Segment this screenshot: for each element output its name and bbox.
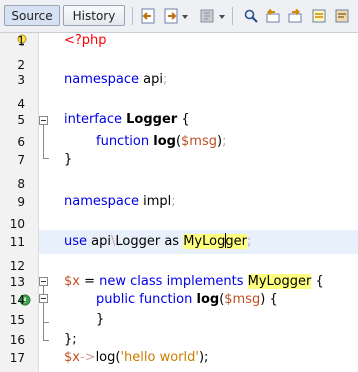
bookmark-icon[interactable] — [199, 8, 215, 24]
brace: } — [64, 152, 73, 167]
identifier: log( — [95, 350, 121, 365]
brace: } — [96, 312, 105, 327]
fold-guide — [43, 125, 44, 158]
paren: ) { — [260, 292, 278, 307]
line-number: 1 — [17, 34, 25, 48]
find-icon[interactable] — [243, 8, 259, 24]
code-line-7[interactable]: 7 } — [0, 148, 358, 172]
keyword: function — [135, 292, 197, 307]
variable: $x — [64, 350, 80, 365]
code-line-5[interactable]: 5 interface Logger { — [0, 108, 358, 132]
code-text: } — [64, 148, 72, 172]
code-text: use api\Logger as MyLogger; — [64, 230, 251, 254]
operator: = — [79, 274, 100, 289]
keyword: implements — [166, 274, 244, 289]
code-text: namespace impl; — [64, 190, 176, 214]
operator: -> — [79, 350, 96, 365]
comment-icon[interactable] — [334, 8, 350, 24]
code-line-11[interactable]: 11 use api\Logger as MyLogger; — [0, 230, 358, 254]
tab-source[interactable]: Source — [4, 5, 60, 26]
keyword: interface — [64, 112, 122, 127]
find-next-icon[interactable] — [287, 8, 303, 24]
fold-toggle[interactable] — [39, 116, 48, 125]
line-number: 17 — [9, 351, 25, 365]
fold-guide — [43, 340, 49, 341]
fold-guide — [43, 303, 44, 322]
keyword: namespace — [64, 72, 140, 87]
code-line-17[interactable]: 17 $x->log('hello world'); — [0, 346, 358, 370]
toolbar-separator — [132, 7, 133, 25]
keyword: namespace — [64, 194, 140, 209]
keyword: new — [99, 274, 127, 289]
identifier: api — [139, 72, 163, 87]
variable: $msg — [181, 134, 217, 149]
semicolon: ; — [162, 72, 168, 87]
semicolon: ; — [171, 194, 176, 209]
chevron-down-icon[interactable] — [182, 15, 188, 19]
fold-guide — [43, 158, 49, 159]
code-text: $x->log('hello world'); — [64, 346, 208, 370]
code-text: <?php — [64, 29, 107, 53]
identifier: MyLog — [183, 234, 226, 249]
identifier: Logger — [115, 234, 161, 249]
code-line-9[interactable]: 9 namespace impl; — [0, 190, 358, 214]
semicolon: ; — [246, 234, 252, 249]
forward-icon[interactable] — [163, 8, 179, 24]
identifier: log — [153, 134, 176, 149]
fold-guide — [43, 322, 44, 340]
line-number: 3 — [17, 73, 25, 87]
code-text: namespace api; — [64, 68, 167, 92]
alias-highlight: MyLogger — [247, 274, 312, 289]
code-line-1[interactable]: 1 <?php — [0, 29, 358, 53]
identifier: Logger — [126, 112, 178, 127]
fold-toggle[interactable] — [39, 294, 48, 303]
line-number: 7 — [17, 153, 25, 167]
alias-highlight: MyLogger — [183, 233, 247, 249]
paren: ); — [198, 350, 209, 365]
identifier: impl — [139, 194, 172, 209]
back-icon[interactable] — [140, 8, 156, 24]
chevron-down-icon[interactable] — [219, 15, 225, 19]
php-open-tag: <?php — [64, 33, 107, 48]
brace: }; — [64, 332, 77, 347]
brace: { — [177, 112, 190, 127]
keyword: function — [96, 134, 150, 149]
identifier: api — [87, 234, 111, 249]
brace: { — [311, 274, 324, 289]
keyword: class — [126, 274, 167, 289]
code-line-3[interactable]: 3 namespace api; — [0, 68, 358, 92]
semicolon: ; — [222, 134, 227, 149]
keyword: public — [96, 292, 136, 307]
toolbar-separator — [232, 7, 233, 25]
keyword: as — [160, 234, 184, 249]
line-number: 9 — [17, 195, 25, 209]
identifier: log — [196, 292, 220, 307]
string-literal: 'hello world' — [120, 350, 199, 365]
keyword: use — [64, 234, 88, 249]
line-number: 11 — [9, 235, 25, 249]
tab-history[interactable]: History — [63, 5, 125, 26]
toggle-highlight-icon[interactable] — [311, 8, 327, 24]
fold-toggle[interactable] — [39, 277, 48, 286]
identifier: ger — [225, 234, 247, 249]
variable: $msg — [224, 292, 261, 307]
line-number: 5 — [17, 113, 25, 127]
code-text: interface Logger { — [64, 108, 190, 132]
find-previous-icon[interactable] — [265, 8, 281, 24]
variable: $x — [64, 274, 80, 289]
